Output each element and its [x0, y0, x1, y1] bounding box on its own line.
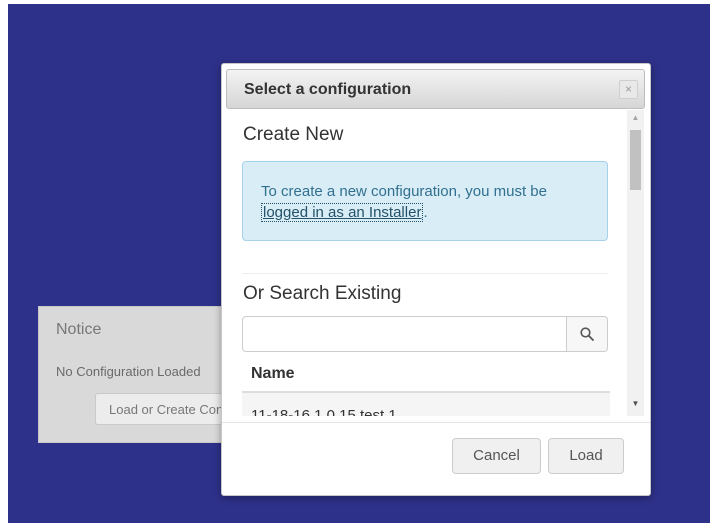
column-header-name: Name: [251, 365, 295, 382]
dialog-body: Create New To create a new configuration…: [222, 110, 626, 416]
search-button[interactable]: [566, 316, 608, 352]
table-header: Name: [242, 353, 610, 393]
load-or-create-button[interactable]: Load or Create Configuration: [95, 393, 239, 425]
close-icon[interactable]: ×: [619, 80, 638, 99]
notice-panel: Notice No Configuration Loaded Load or C…: [38, 306, 240, 443]
scroll-thumb[interactable]: [630, 130, 641, 190]
table-row[interactable]: 11-18-16 1.0.15 test 1: [242, 393, 610, 416]
notice-message: No Configuration Loaded: [56, 364, 201, 379]
dialog-title: Select a configuration: [244, 81, 412, 98]
dialog-scrollbar[interactable]: ▲ ▼: [627, 110, 644, 416]
search-icon: [580, 327, 594, 341]
page-background: Notice No Configuration Loaded Load or C…: [8, 4, 710, 523]
search-input[interactable]: [242, 316, 567, 352]
installer-login-link[interactable]: logged in as an Installer: [261, 203, 424, 222]
cancel-button[interactable]: Cancel: [452, 438, 541, 474]
configuration-name-cell: 11-18-16 1.0.15 test 1: [251, 407, 397, 416]
search-existing-heading: Or Search Existing: [243, 283, 402, 304]
select-configuration-dialog: Select a configuration × Create New To c…: [221, 63, 651, 496]
scroll-up-arrow-icon[interactable]: ▲: [627, 110, 644, 126]
installer-info-alert: To create a new configuration, you must …: [242, 161, 608, 241]
dialog-header: Select a configuration ×: [226, 69, 645, 109]
info-text: To create a new configuration, you must …: [261, 183, 547, 200]
load-button[interactable]: Load: [548, 438, 624, 474]
dialog-footer: Cancel Load: [222, 422, 650, 495]
section-divider: [242, 273, 608, 274]
info-suffix: .: [423, 204, 428, 221]
create-new-heading: Create New: [243, 124, 344, 145]
search-group: [242, 316, 608, 352]
scroll-down-arrow-icon[interactable]: ▼: [627, 396, 644, 412]
notice-title: Notice: [56, 321, 102, 338]
